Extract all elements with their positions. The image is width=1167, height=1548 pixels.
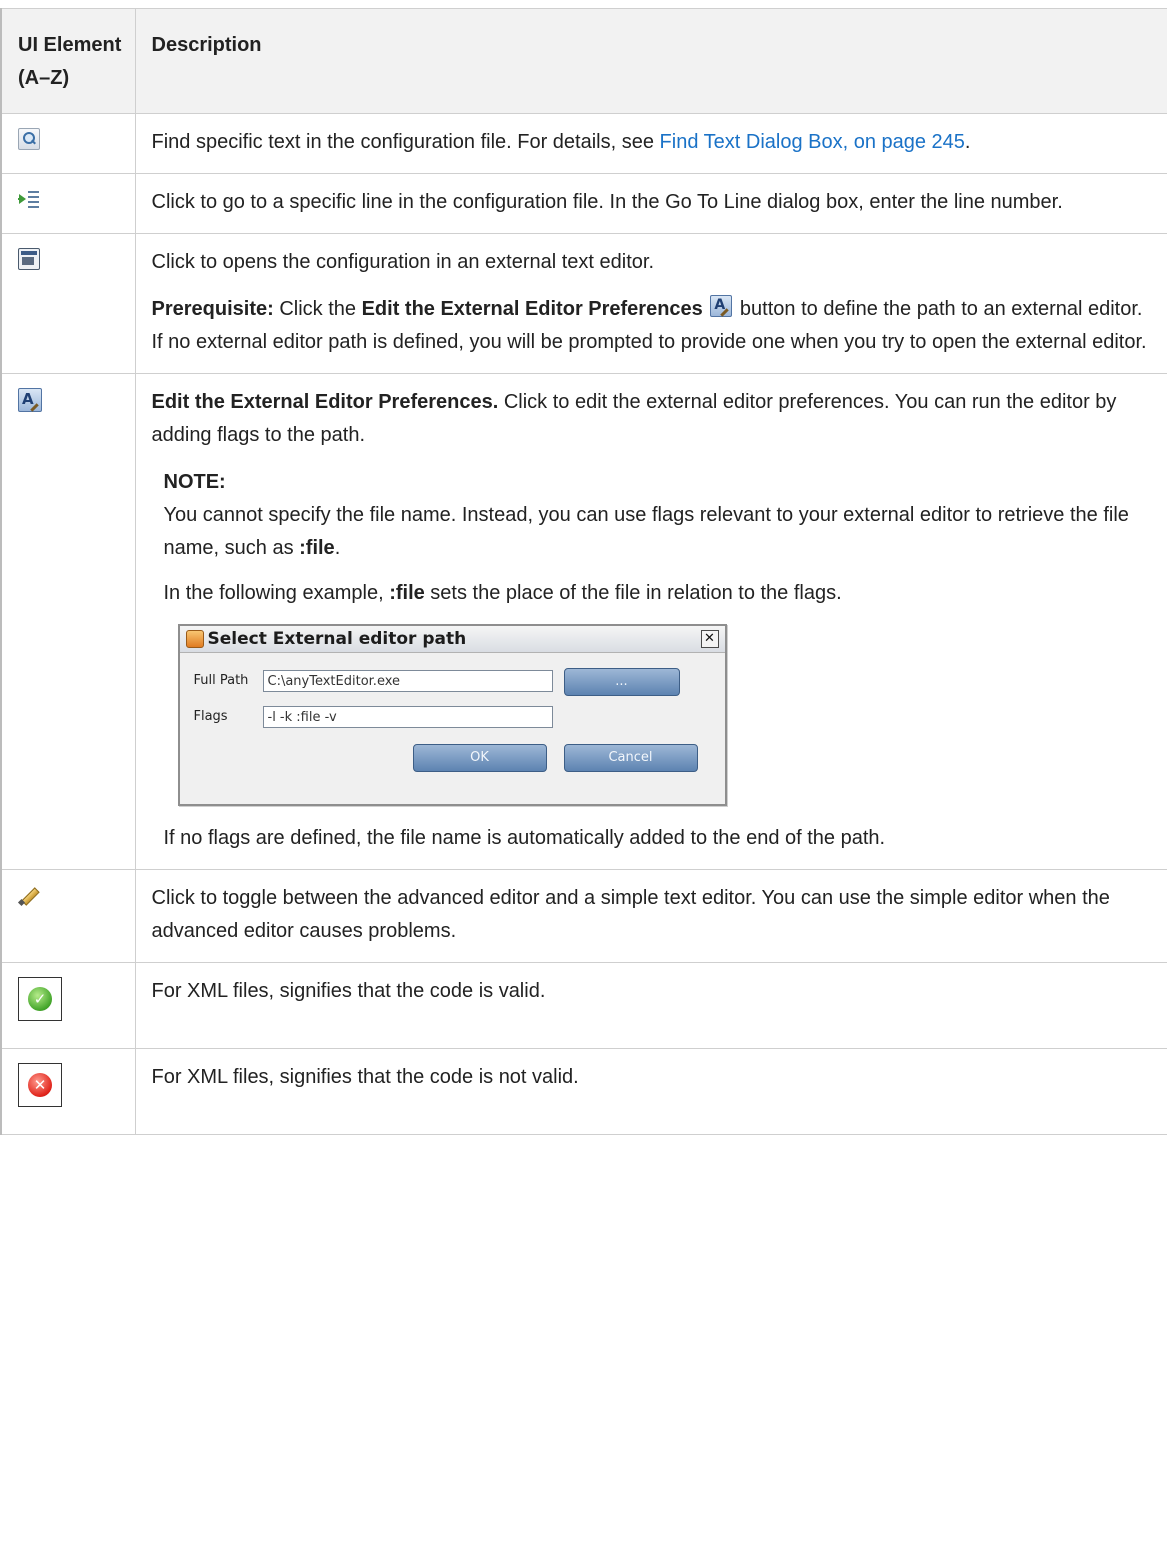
description-text: Find specific text in the configuration … <box>152 126 1149 159</box>
ui-element-cell <box>0 113 136 174</box>
dialog-title: Select External editor path <box>207 629 467 649</box>
example-text-a: In the following example, <box>163 582 390 604</box>
dialog-title-bar: Select External editor path ✕ <box>179 626 725 653</box>
table-row: Click to opens the configuration in an e… <box>0 233 1167 374</box>
close-icon[interactable]: ✕ <box>700 630 719 648</box>
description-cell: For XML files, signifies that the code i… <box>134 1048 1167 1135</box>
ui-elements-table: UI Element (A–Z) Description Find specif… <box>0 8 1167 1135</box>
column-header-description: Description <box>134 8 1167 114</box>
column-header-description-label: Description <box>151 34 262 56</box>
external-editor-icon <box>18 248 40 270</box>
ok-button[interactable]: OK <box>412 744 547 772</box>
column-header-ui-element: UI Element (A–Z) <box>0 8 136 114</box>
find-description-end: . <box>964 131 971 153</box>
note-end: . <box>334 537 341 559</box>
note-flag: :file <box>299 537 335 559</box>
ui-element-cell: ✓ <box>0 962 136 1049</box>
table-row: ✓ For XML files, signifies that the code… <box>0 962 1167 1049</box>
table-row: Click to toggle between the advanced edi… <box>0 869 1167 963</box>
find-description: Find specific text in the configuration … <box>151 131 660 153</box>
ui-element-cell: A <box>0 373 136 870</box>
table-row: A Edit the External Editor Preferences. … <box>0 373 1167 870</box>
find-icon <box>18 128 40 150</box>
browse-button[interactable]: ... <box>563 668 680 696</box>
ui-element-cell: ✕ <box>0 1048 136 1135</box>
prerequisite-text: Prerequisite: Click the Edit the Externa… <box>152 293 1149 359</box>
find-text-dialog-link[interactable]: Find Text Dialog Box, on page 245 <box>660 131 965 153</box>
cancel-button[interactable]: Cancel <box>563 744 698 772</box>
toggle-editor-description: Click to toggle between the advanced edi… <box>151 887 1110 942</box>
x-glyph: ✕ <box>33 1076 47 1094</box>
prerequisite-part-a: Click the <box>273 298 362 320</box>
prefs-title: Edit the External Editor Preferences. <box>151 391 499 413</box>
edit-preferences-icon: A <box>710 295 733 317</box>
invalid-description: For XML files, signifies that the code i… <box>151 1066 579 1088</box>
full-path-label: Full Path <box>193 673 249 688</box>
flags-label: Flags <box>193 709 228 724</box>
ui-element-cell <box>0 173 136 234</box>
example-flag: :file <box>389 582 425 604</box>
description-cell: Click to toggle between the advanced edi… <box>134 869 1167 963</box>
external-editor-description: Click to opens the configuration in an e… <box>151 251 655 273</box>
flags-input[interactable]: -l -k :file -v <box>262 706 553 728</box>
description-cell: Click to opens the configuration in an e… <box>134 233 1167 374</box>
prerequisite-label: Prerequisite: <box>151 298 274 320</box>
table-header-row: UI Element (A–Z) Description <box>0 8 1167 114</box>
table-row: Click to go to a specific line in the co… <box>0 173 1167 234</box>
column-header-ui-element-label: UI Element (A–Z) <box>18 34 122 89</box>
java-cup-icon <box>185 630 204 648</box>
description-cell: For XML files, signifies that the code i… <box>134 962 1167 1049</box>
note-title: NOTE: <box>163 471 226 493</box>
invalid-x-icon: ✕ <box>18 1063 62 1107</box>
ui-element-cell <box>0 869 136 963</box>
valid-check-icon: ✓ <box>18 977 62 1021</box>
full-path-input[interactable]: C:\anyTextEditor.exe <box>262 670 553 692</box>
ui-element-cell <box>0 233 136 374</box>
valid-description: For XML files, signifies that the code i… <box>151 980 546 1002</box>
note-block: NOTE: You cannot specify the file name. … <box>152 466 1149 855</box>
description-cell: Edit the External Editor Preferences. Cl… <box>134 373 1167 870</box>
check-glyph: ✓ <box>33 990 47 1008</box>
select-external-editor-dialog: Select External editor path ✕ Full Path … <box>177 624 727 806</box>
pencil-icon <box>17 884 40 907</box>
prerequisite-button-name: Edit the External Editor Preferences <box>361 298 703 320</box>
prefs-description: Edit the External Editor Preferences. Cl… <box>152 386 1149 452</box>
pref-glyph: A <box>22 390 34 408</box>
note-text: You cannot specify the file name. Instea… <box>164 499 1149 565</box>
table-row: Find specific text in the configuration … <box>0 113 1167 174</box>
description-cell: Find specific text in the configuration … <box>134 113 1167 174</box>
go-to-line-icon <box>18 188 40 210</box>
prefs-footer: If no flags are defined, the file name i… <box>163 827 886 849</box>
example-text: In the following example, :file sets the… <box>164 577 1149 610</box>
go-to-line-description: Click to go to a specific line in the co… <box>151 191 1063 213</box>
table-row: ✕ For XML files, signifies that the code… <box>0 1048 1167 1135</box>
example-text-b: sets the place of the file in relation t… <box>424 582 842 604</box>
description-cell: Click to go to a specific line in the co… <box>134 173 1167 234</box>
edit-preferences-icon: A <box>18 388 42 412</box>
